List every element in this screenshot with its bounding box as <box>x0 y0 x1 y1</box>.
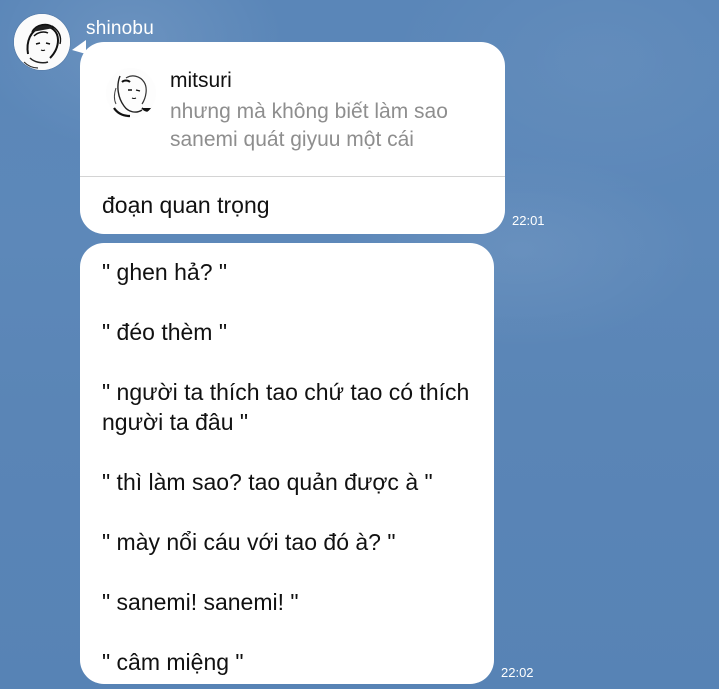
sender-avatar[interactable] <box>14 14 70 70</box>
message-line: " đéo thèm " <box>102 319 228 345</box>
message-line: " ghen hả? " <box>102 259 228 285</box>
sender-name: shinobu <box>86 18 154 39</box>
message-bubble-reply[interactable]: mitsuri nhưng mà không biết làm sao sane… <box>80 42 505 234</box>
reply-divider <box>80 176 505 177</box>
avatar-sketch-icon <box>14 14 70 70</box>
message-line: " mày nổi cáu với tao đó à? " <box>102 529 396 555</box>
reply-preview-text: nhưng mà không biết làm sao sanemi quát … <box>170 100 448 151</box>
quoted-reply[interactable]: mitsuri nhưng mà không biết làm sao sane… <box>80 42 505 176</box>
message-timestamp: 22:02 <box>501 665 534 680</box>
message-line: " người ta thích tao chứ tao có thích ng… <box>102 379 470 435</box>
message-line: " câm miệng " <box>102 649 244 675</box>
message-line: " thì làm sao? tao quản được à " <box>102 469 433 495</box>
message-line: " sanemi! sanemi! " <box>102 589 299 615</box>
message-lines: " ghen hả? " " đéo thèm " " người ta thí… <box>102 257 482 677</box>
reply-author-name: mitsuri <box>170 69 232 92</box>
reply-avatar <box>106 68 156 118</box>
message-bubble[interactable]: " ghen hả? " " đéo thèm " " người ta thí… <box>80 243 494 684</box>
message-text: đoạn quan trọng <box>102 192 270 218</box>
message-timestamp: 22:01 <box>512 213 545 228</box>
avatar-sketch-icon <box>106 68 156 118</box>
